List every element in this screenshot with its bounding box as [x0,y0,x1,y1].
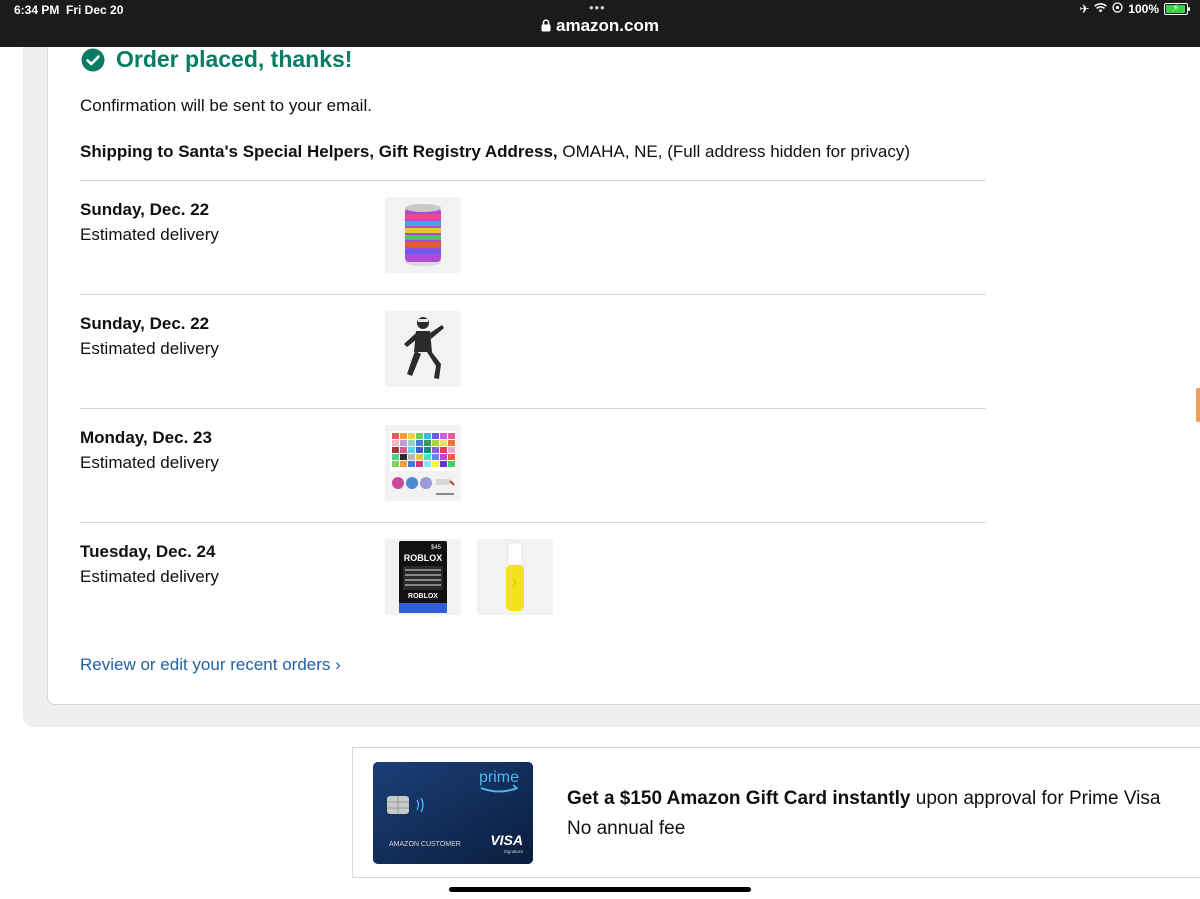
system-indicators: ✈ 100% ⚡ [1079,2,1190,16]
card-visa-logo: VISA [490,832,523,848]
product-thumbnail-bead-kit[interactable] [385,425,461,501]
divider [80,408,986,409]
gift-card-amount: $45 [431,545,442,551]
ad-subline: No annual fee [567,818,686,839]
delivery-date: Monday, Dec. 23 [80,428,212,447]
review-orders-link[interactable]: Review or edit your recent orders › [80,655,341,675]
card-holder-name: AMAZON CUSTOMER [389,841,461,848]
url-text: amazon.com [556,16,659,35]
prime-visa-card-image: prime AMAZON CUSTOMER VISA Signature [373,762,533,864]
ad-headline: Get a $150 Amazon Gift Card instantly up… [567,788,1160,810]
prime-visa-ad[interactable]: prime AMAZON CUSTOMER VISA Signature Get… [352,747,1200,878]
action-figure-icon [404,317,444,379]
divider [80,294,986,295]
review-orders-link-text[interactable]: Review or edit your recent orders [80,655,330,674]
wifi-icon [1094,2,1108,16]
yellow-mist-bottle-icon [506,542,524,611]
charging-icon: ⚡ [1172,3,1180,14]
delivery-label: Estimated delivery [80,453,219,472]
product-thumbnail-yellow-mist[interactable] [477,539,553,615]
status-time: 6:34 PM [14,3,60,17]
battery-percent: 100% [1128,2,1159,16]
ad-headline-bold: Get a $150 Amazon Gift Card instantly [567,788,911,809]
card-prime-text: prime [479,769,519,786]
elastic-cord-spool-icon [405,204,441,266]
shipping-recipient: Shipping to Santa's Special Helpers, Gif… [80,142,558,161]
status-date: Fri Dec 20 [66,3,124,17]
address-bar[interactable]: amazon.com [0,16,1200,37]
delivery-label: Estimated delivery [80,339,219,358]
gift-card-brand: ROBLOX [404,553,443,563]
delivery-date: Sunday, Dec. 22 [80,314,210,333]
check-circle-icon [81,48,105,71]
order-success-header: Order placed, thanks! [81,46,352,73]
battery-icon: ⚡ [1164,3,1190,15]
delivery-label: Estimated delivery [80,225,219,244]
lock-icon [541,17,551,37]
product-thumbnail-roblox-gift-card[interactable]: $45 ROBLOX ROBLOX [385,539,461,615]
card-visa-sub: Signature [504,849,524,854]
divider [80,180,986,181]
roblox-gift-card-icon: $45 ROBLOX ROBLOX [399,541,447,613]
confirmation-message: Confirmation will be sent to your email. [80,96,372,115]
ad-headline-rest: upon approval for Prime Visa [910,788,1161,809]
divider [80,522,986,523]
side-edge-indicator [1196,388,1200,422]
shipping-address: Shipping to Santa's Special Helpers, Gif… [80,142,910,162]
delivery-label: Estimated delivery [80,567,219,586]
delivery-date: Tuesday, Dec. 24 [80,542,216,561]
gift-card-brand-bottom: ROBLOX [408,593,438,600]
product-thumbnail-action-figure[interactable] [385,311,461,387]
location-lock-icon [1112,2,1123,16]
more-dots-icon[interactable]: ••• [589,0,606,15]
shipping-location: OMAHA, NE, (Full address hidden for priv… [557,142,911,161]
browser-status-bar: 6:34 PM Fri Dec 20 ••• amazon.com ✈ 100%… [0,0,1200,47]
product-thumbnail-elastic-cord[interactable] [385,197,461,273]
order-success-title: Order placed, thanks! [116,46,353,72]
chevron-right-icon: › [335,655,341,674]
airplane-icon: ✈ [1079,2,1090,16]
delivery-date: Sunday, Dec. 22 [80,200,210,219]
bead-kit-icon [390,431,456,495]
home-indicator[interactable] [449,887,751,892]
